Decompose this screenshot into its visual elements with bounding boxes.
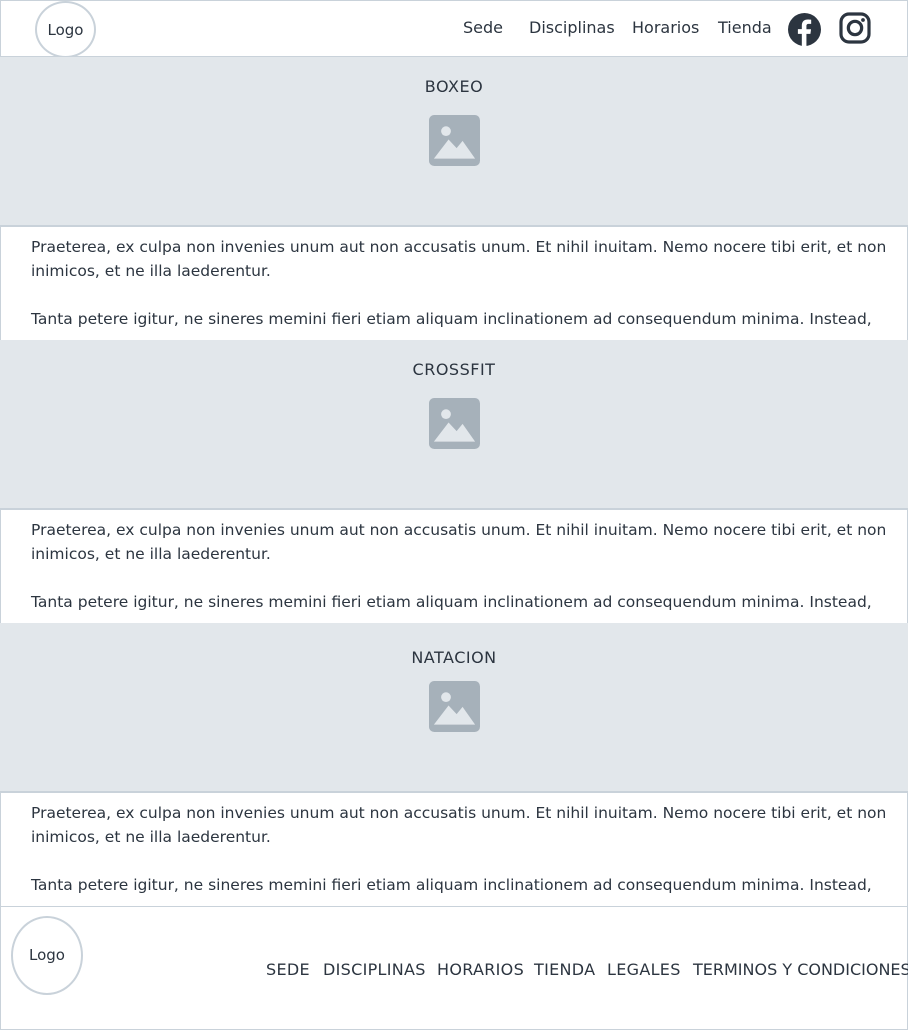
discipline-section-boxeo: BOXEO bbox=[0, 57, 908, 226]
footer-link-sede[interactable]: SEDE bbox=[266, 960, 310, 979]
paragraph: Tanta petere igitur, ne sineres memini f… bbox=[31, 310, 872, 328]
image-placeholder-icon bbox=[429, 115, 480, 166]
site-header: Logo Sede Disciplinas Horarios Tienda bbox=[0, 0, 908, 58]
discipline-description: Praeterea, ex culpa non invenies unum au… bbox=[0, 226, 908, 341]
footer-link-horarios[interactable]: HORARIOS bbox=[437, 960, 524, 979]
discipline-section-natacion: NATACION bbox=[0, 623, 908, 792]
discipline-description: Praeterea, ex culpa non invenies unum au… bbox=[0, 509, 908, 624]
nav-item-sede[interactable]: Sede bbox=[463, 18, 503, 37]
discipline-title: BOXEO bbox=[424, 77, 484, 96]
discipline-description: Praeterea, ex culpa non invenies unum au… bbox=[0, 792, 908, 907]
site-footer: Logo SEDE DISCIPLINAS HORARIOS TIENDA LE… bbox=[0, 906, 908, 1030]
nav-item-horarios[interactable]: Horarios bbox=[632, 18, 699, 37]
instagram-icon[interactable] bbox=[839, 12, 871, 44]
footer-link-tienda[interactable]: TIENDA bbox=[534, 960, 595, 979]
header-logo[interactable]: Logo bbox=[35, 1, 96, 58]
discipline-title: CROSSFIT bbox=[412, 360, 496, 379]
facebook-icon[interactable] bbox=[788, 13, 821, 46]
image-placeholder-icon bbox=[429, 398, 480, 449]
paragraph: Praeterea, ex culpa non invenies unum au… bbox=[31, 238, 887, 280]
paragraph: Praeterea, ex culpa non invenies unum au… bbox=[31, 804, 887, 846]
paragraph: Tanta petere igitur, ne sineres memini f… bbox=[31, 876, 872, 894]
paragraph: Tanta petere igitur, ne sineres memini f… bbox=[31, 593, 872, 611]
footer-link-terminos[interactable]: TERMINOS Y CONDICIONES bbox=[693, 960, 908, 979]
nav-item-tienda[interactable]: Tienda bbox=[718, 18, 772, 37]
footer-logo[interactable]: Logo bbox=[11, 916, 83, 995]
image-placeholder-icon bbox=[429, 681, 480, 732]
discipline-title: NATACION bbox=[411, 648, 497, 667]
paragraph: Praeterea, ex culpa non invenies unum au… bbox=[31, 521, 887, 563]
nav-item-disciplinas[interactable]: Disciplinas bbox=[529, 18, 615, 37]
footer-link-legales[interactable]: LEGALES bbox=[607, 960, 681, 979]
discipline-section-crossfit: CROSSFIT bbox=[0, 340, 908, 509]
footer-link-disciplinas[interactable]: DISCIPLINAS bbox=[323, 960, 426, 979]
